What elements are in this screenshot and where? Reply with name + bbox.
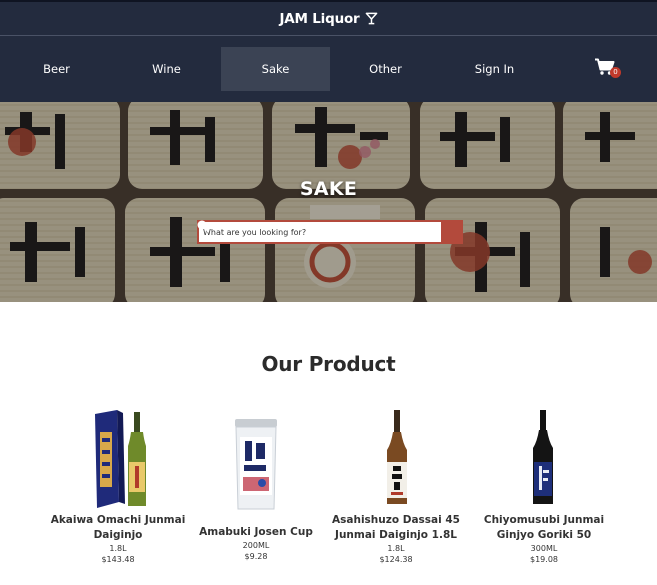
- hero-title: SAKE: [299, 178, 358, 200]
- product-size: 1.8L: [387, 544, 405, 553]
- main-nav: Beer Wine Sake Other Sign In 0: [0, 36, 657, 102]
- product-size: 1.8L: [109, 544, 127, 553]
- product-image: [48, 405, 188, 513]
- product-price: $19.08: [530, 555, 558, 564]
- hero-overlay: [0, 102, 657, 302]
- product-image: [474, 405, 614, 513]
- products-section-title: Our Product: [261, 352, 396, 376]
- product-name: Asahishuzo Dassai 45 Junmai Daiginjo 1.8…: [332, 514, 460, 541]
- product-card[interactable]: Chiyomusubi Junmai Ginjyo Goriki 50 300M…: [474, 405, 614, 566]
- search-input[interactable]: [197, 220, 441, 244]
- search-button[interactable]: [197, 220, 463, 244]
- product-name: Chiyomusubi Junmai Ginjyo Goriki 50: [483, 514, 605, 541]
- product-card[interactable]: Asahishuzo Dassai 45 Junmai Daiginjo 1.8…: [326, 405, 466, 566]
- product-name: Amabuki Josen Cup: [199, 526, 313, 538]
- product-image: [186, 412, 326, 525]
- product-size: 300ML: [530, 544, 558, 553]
- cart-button[interactable]: 0: [594, 58, 624, 82]
- product-card[interactable]: Akaiwa Omachi Junmai Daiginjo 1.8L $143.…: [48, 405, 188, 566]
- hero-banner: SAKE: [0, 102, 657, 302]
- nav-item-sign-in[interactable]: Sign In: [440, 47, 549, 91]
- cart-count-badge: 0: [610, 67, 621, 78]
- nav-item-beer[interactable]: Beer: [2, 47, 111, 91]
- product-name: Akaiwa Omachi Junmai Daiginjo: [50, 514, 186, 541]
- product-size: 200ML: [242, 541, 270, 550]
- product-card[interactable]: Amabuki Josen Cup 200ML $9.28: [186, 412, 326, 563]
- nav-item-wine[interactable]: Wine: [112, 47, 221, 91]
- search-bar: [197, 220, 463, 244]
- cocktail-glass-icon: [365, 12, 378, 25]
- product-price: $143.48: [101, 555, 135, 564]
- product-image: [326, 405, 466, 513]
- product-price: $124.38: [379, 555, 413, 564]
- product-price: $9.28: [244, 552, 268, 561]
- top-header: JAM Liquor: [0, 0, 657, 36]
- nav-item-other[interactable]: Other: [331, 47, 440, 91]
- nav-item-sake[interactable]: Sake: [221, 47, 330, 91]
- brand-logo-text[interactable]: JAM Liquor: [279, 11, 359, 27]
